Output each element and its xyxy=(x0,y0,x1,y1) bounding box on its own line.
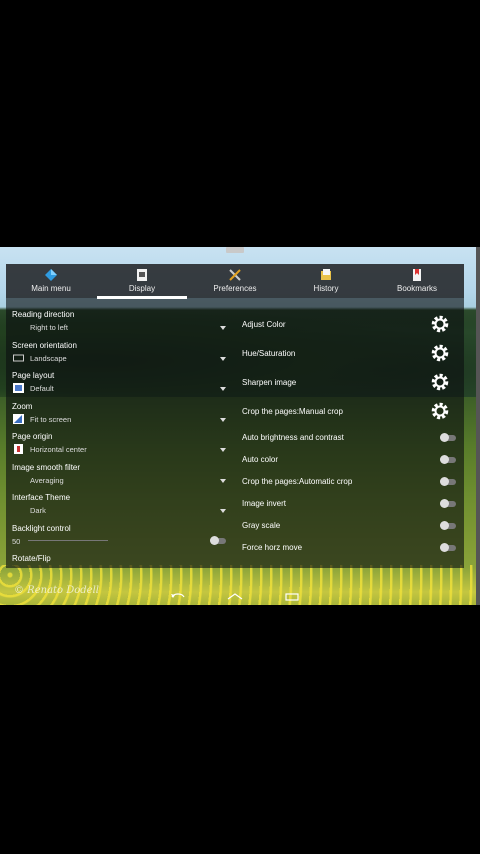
tab-label: Display xyxy=(128,284,156,293)
auto-crop-toggle[interactable] xyxy=(440,477,456,486)
page-layout-select[interactable]: Default xyxy=(12,383,226,395)
dropdown-arrow-icon xyxy=(220,357,226,361)
display-icon xyxy=(137,269,147,281)
recent-apps-icon[interactable] xyxy=(284,591,300,601)
page-origin-label: Page origin xyxy=(12,432,53,441)
toggle-knob xyxy=(440,455,449,464)
image-invert-toggle[interactable] xyxy=(440,499,456,508)
tab-preferences[interactable]: Preferences xyxy=(190,264,280,298)
dropdown-arrow-icon xyxy=(220,479,226,483)
toggle-knob xyxy=(210,536,219,545)
page-layout-value: Default xyxy=(30,384,54,393)
image-invert-item[interactable]: Image invert xyxy=(242,499,286,508)
tab-display[interactable]: Display xyxy=(97,264,187,299)
toggle-knob xyxy=(440,477,449,486)
reading-direction-select[interactable]: Right to left xyxy=(12,322,226,334)
tools-icon xyxy=(229,269,241,281)
backlight-slider[interactable] xyxy=(28,540,108,541)
page-origin-icon xyxy=(14,444,23,454)
tab-label: Preferences xyxy=(213,284,257,293)
tab-label: History xyxy=(313,284,339,293)
page-layout-icon xyxy=(13,383,24,393)
diamond-icon xyxy=(45,269,57,281)
tab-bookmarks[interactable]: Bookmarks xyxy=(372,264,462,298)
page-layout-label: Page layout xyxy=(12,371,55,380)
dropdown-arrow-icon xyxy=(220,509,226,513)
tab-bar: Main menu Display Preferences History Bo… xyxy=(6,264,464,299)
auto-color-item[interactable]: Auto color xyxy=(242,455,278,464)
zoom-value: Fit to screen xyxy=(30,415,72,424)
rotate-flip-label[interactable]: Rotate/Flip xyxy=(12,554,51,563)
image-smooth-filter-value: Averaging xyxy=(30,476,64,485)
dropdown-arrow-icon xyxy=(220,418,226,422)
force-horz-move-toggle[interactable] xyxy=(440,543,456,552)
bookmark-icon xyxy=(413,269,421,281)
auto-color-toggle[interactable] xyxy=(440,455,456,464)
screen-orientation-select[interactable]: Landscape xyxy=(12,353,226,365)
auto-brightness-item[interactable]: Auto brightness and contrast xyxy=(242,433,344,442)
backlight-value: 50 xyxy=(12,537,21,546)
image-smooth-filter-label: Image smooth filter xyxy=(12,463,81,472)
toggle-knob xyxy=(440,499,449,508)
photo-watermark: © Renato Dodell xyxy=(14,585,99,596)
backlight-control-label: Backlight control xyxy=(12,524,71,533)
zoom-label: Zoom xyxy=(12,402,33,411)
tab-label: Bookmarks xyxy=(396,284,437,293)
gray-scale-item[interactable]: Gray scale xyxy=(242,521,280,530)
gray-scale-toggle[interactable] xyxy=(440,521,456,530)
manual-crop-item[interactable]: Crop the pages:Manual crop xyxy=(242,407,343,416)
page-origin-select[interactable]: Horizontal center xyxy=(12,444,226,456)
force-horz-move-item[interactable]: Force horz move xyxy=(242,543,302,552)
landscape-icon xyxy=(13,354,24,362)
toggle-knob xyxy=(440,433,449,442)
interface-theme-select[interactable]: Dark xyxy=(12,505,226,517)
manual-crop-gear-icon[interactable] xyxy=(430,401,450,421)
screen-orientation-value: Landscape xyxy=(30,354,67,363)
home-icon[interactable] xyxy=(226,591,244,601)
app-screen: Main menu Display Preferences History Bo… xyxy=(0,247,480,605)
zoom-fit-icon xyxy=(13,414,24,424)
adjust-color-gear-icon[interactable] xyxy=(430,314,450,334)
screen-orientation-label: Screen orientation xyxy=(12,341,77,350)
dropdown-arrow-icon xyxy=(220,387,226,391)
dropdown-arrow-icon xyxy=(220,448,226,452)
display-settings-panel: Main menu Display Preferences History Bo… xyxy=(6,264,464,568)
sharpen-image-item[interactable]: Sharpen image xyxy=(242,378,296,387)
auto-crop-item[interactable]: Crop the pages:Automatic crop xyxy=(242,477,352,486)
toggle-knob xyxy=(440,521,449,530)
tab-label: Main menu xyxy=(31,284,71,293)
hue-saturation-item[interactable]: Hue/Saturation xyxy=(242,349,295,358)
reading-direction-value: Right to left xyxy=(30,323,68,332)
adjust-color-item[interactable]: Adjust Color xyxy=(242,320,286,329)
sharpen-image-gear-icon[interactable] xyxy=(430,372,450,392)
reading-direction-label: Reading direction xyxy=(12,310,75,319)
tab-main-menu[interactable]: Main menu xyxy=(6,264,96,298)
page-origin-value: Horizontal center xyxy=(30,445,87,454)
interface-theme-value: Dark xyxy=(30,506,46,515)
backlight-toggle[interactable] xyxy=(210,536,226,545)
zoom-select[interactable]: Fit to screen xyxy=(12,414,226,426)
interface-theme-label: Interface Theme xyxy=(12,493,71,502)
drag-handle[interactable] xyxy=(226,247,244,253)
toggle-knob xyxy=(440,543,449,552)
screen-edge xyxy=(476,247,480,605)
tab-history[interactable]: History xyxy=(281,264,371,298)
auto-brightness-toggle[interactable] xyxy=(440,433,456,442)
image-smooth-filter-select[interactable]: Averaging xyxy=(12,475,226,487)
hue-saturation-gear-icon[interactable] xyxy=(430,343,450,363)
back-icon[interactable] xyxy=(170,591,186,601)
history-icon xyxy=(321,269,331,280)
dropdown-arrow-icon xyxy=(220,326,226,330)
